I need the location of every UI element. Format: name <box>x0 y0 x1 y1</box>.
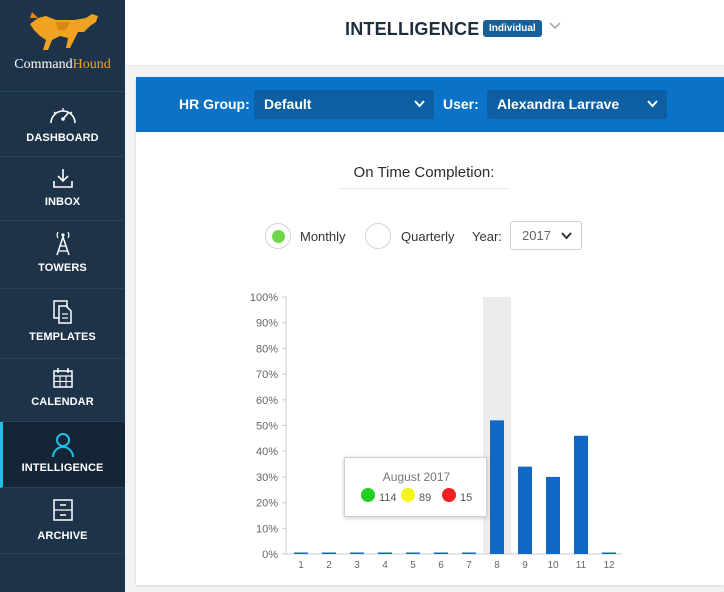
y-tick-label: 50% <box>256 421 278 433</box>
sidebar-item-towers[interactable]: TOWERS <box>0 221 125 289</box>
y-tick-label: 20% <box>256 498 278 510</box>
chart-bar <box>294 552 308 554</box>
x-tick-label: 11 <box>576 560 587 571</box>
status-dot-icon <box>361 488 375 502</box>
sidebar-item-label: ARCHIVE <box>37 530 88 542</box>
x-tick-label: 7 <box>466 560 472 571</box>
sidebar-item-inbox[interactable]: INBOX <box>0 157 125 221</box>
sidebar-item-templates[interactable]: TEMPLATES <box>0 289 125 359</box>
sidebar-item-label: TEMPLATES <box>29 331 96 343</box>
sidebar-item-intelligence[interactable]: INTELLIGENCE <box>0 422 125 488</box>
chart-bar <box>518 466 532 554</box>
sidebar-item-archive[interactable]: ARCHIVE <box>0 488 125 554</box>
y-tick-label: 70% <box>256 369 278 381</box>
quarterly-label[interactable]: Quarterly <box>401 229 454 244</box>
brand-name-part2: Hound <box>72 57 111 72</box>
year-select[interactable]: 2017 <box>510 221 582 250</box>
filter-bar: HR Group: Default User: Alexandra Larrav… <box>136 77 724 132</box>
y-tick-label: 40% <box>256 446 278 458</box>
year-value: 2017 <box>522 228 551 243</box>
archive-cabinet-icon <box>52 499 73 521</box>
y-tick-label: 0% <box>262 549 278 561</box>
x-tick-label: 5 <box>410 560 416 571</box>
chevron-down-icon[interactable] <box>549 22 561 30</box>
tooltip-title: August 2017 <box>382 470 451 484</box>
hound-logo-icon <box>30 12 98 50</box>
x-tick-label: 3 <box>354 560 360 571</box>
sidebar-item-label: CALENDAR <box>31 396 94 408</box>
year-label: Year: <box>472 229 502 244</box>
tower-antenna-icon <box>55 231 70 256</box>
chart-bar <box>322 552 336 554</box>
chart-bar <box>434 552 448 554</box>
user-icon <box>51 433 74 458</box>
chart-bar <box>462 552 476 554</box>
user-label: User: <box>443 96 479 112</box>
user-value: Alexandra Larrave <box>497 96 620 112</box>
sidebar-item-label: INTELLIGENCE <box>21 462 104 474</box>
inbox-download-icon <box>52 169 73 188</box>
sidebar-item-label: INBOX <box>44 196 81 208</box>
tooltip-value: 89 <box>419 492 432 504</box>
x-tick-label: 12 <box>603 560 615 571</box>
user-select[interactable]: Alexandra Larrave <box>487 90 667 119</box>
x-tick-label: 8 <box>494 560 500 571</box>
sidebar-item-label: TOWERS <box>38 262 87 274</box>
chart-bar <box>350 552 364 554</box>
hr-group-value: Default <box>264 96 312 112</box>
monthly-radio[interactable] <box>265 223 291 249</box>
monthly-label[interactable]: Monthly <box>300 229 346 244</box>
chevron-down-icon <box>414 100 425 108</box>
y-tick-label: 60% <box>256 395 278 407</box>
tooltip-value: 15 <box>460 492 473 504</box>
radio-selected-dot <box>272 230 285 243</box>
sidebar-item-dashboard[interactable]: DASHBOARD <box>0 92 125 157</box>
quarterly-radio[interactable] <box>365 223 391 249</box>
sidebar-item-calendar[interactable]: CALENDAR <box>0 359 125 422</box>
section-title: On Time Completion: <box>353 164 495 181</box>
y-tick-label: 90% <box>256 318 278 330</box>
on-time-completion-chart: 0%10%20%30%40%50%60%70%80%90%100%1 2 3 4 5 6 7… <box>250 292 622 571</box>
tooltip-value: 114 <box>379 492 397 504</box>
chart-bar <box>490 420 504 554</box>
x-tick-label: 1 <box>298 560 304 571</box>
brand-name-part1: Command <box>14 57 73 72</box>
chart-tooltip: August 2017 114 89 15 <box>344 457 487 517</box>
templates-documents-icon <box>52 300 72 324</box>
chevron-down-icon <box>647 100 658 108</box>
brand-name: CommandHound <box>0 57 125 73</box>
y-tick-label: 100% <box>250 292 278 304</box>
chart-bar <box>602 552 616 554</box>
top-header: INTELLIGENCE Individual <box>125 0 724 66</box>
y-tick-label: 80% <box>256 343 278 355</box>
brand-logo[interactable]: CommandHound <box>0 0 125 92</box>
intelligence-panel: HR Group: Default User: Alexandra Larrav… <box>136 77 724 585</box>
chart-bar <box>574 435 588 554</box>
y-tick-label: 10% <box>256 523 278 535</box>
x-tick-label: 6 <box>438 560 444 571</box>
y-tick-label: 30% <box>256 472 278 484</box>
chart-bar <box>406 552 420 554</box>
section-divider <box>339 188 509 189</box>
sidebar: CommandHound DASHBOARD INBOX TOWERS TEMP… <box>0 0 125 592</box>
chart-bar <box>378 552 392 554</box>
x-tick-label: 2 <box>326 560 332 571</box>
hr-group-label: HR Group: <box>179 96 250 112</box>
x-tick-label: 9 <box>522 560 528 571</box>
sidebar-item-label: DASHBOARD <box>26 132 99 144</box>
dashboard-gauge-icon <box>49 108 76 124</box>
status-dot-icon <box>442 488 456 502</box>
hr-group-select[interactable]: Default <box>254 90 434 119</box>
status-dot-icon <box>401 488 415 502</box>
chevron-down-icon <box>561 232 572 240</box>
view-mode-badge[interactable]: Individual <box>483 20 542 37</box>
x-tick-label: 10 <box>547 560 559 571</box>
page-title: INTELLIGENCE <box>345 19 480 39</box>
chart-bar <box>546 476 560 554</box>
x-tick-label: 4 <box>382 560 388 571</box>
calendar-icon <box>52 368 73 388</box>
